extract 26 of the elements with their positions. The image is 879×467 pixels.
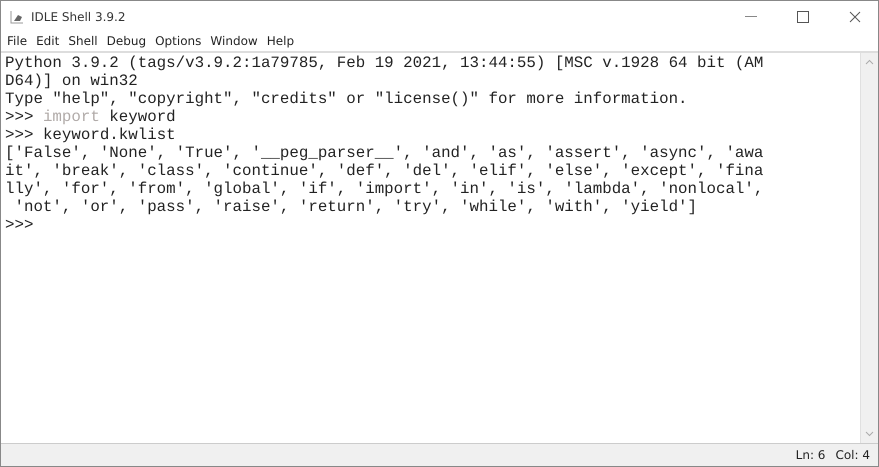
close-icon[interactable] xyxy=(849,11,861,23)
input-line: >>> import keyword xyxy=(5,108,176,126)
menu-item[interactable]: Help xyxy=(266,34,294,48)
menu-item[interactable]: Window xyxy=(210,34,258,48)
output-line: Python 3.9.2 (tags/v3.9.2:1a79785, Feb 19 2021, 13:44:55) [MSC v.1928 64 bit (AM xyxy=(5,54,764,72)
output-line: 'not', 'or', 'pass', 'raise', 'return', 'try', 'while', 'with', 'yield'] xyxy=(13,198,698,216)
menu-item[interactable]: Debug xyxy=(106,34,146,48)
vertical-scrollbar[interactable] xyxy=(860,53,878,443)
menu-item[interactable]: Edit xyxy=(36,34,60,48)
output-line: lly', 'for', 'from', 'global', 'if', 'import', 'in', 'is', 'lambda', 'nonlocal', xyxy=(5,180,764,198)
output-line: D64)] on win32 xyxy=(5,72,138,90)
column-number: Col: 4 xyxy=(835,448,870,462)
menu-item[interactable]: File xyxy=(7,34,28,48)
menu-item[interactable]: Options xyxy=(155,34,202,48)
scroll-down-icon[interactable] xyxy=(865,431,874,437)
window-title: IDLE Shell 3.9.2 xyxy=(31,10,126,24)
output-line: Type "help", "copyright", "credits" or "license()" for more information. xyxy=(5,90,688,108)
output-line: it', 'break', 'class', 'continue', 'def', 'del', 'elif', 'else', 'except', 'fina xyxy=(5,162,764,180)
input-line: >>> xyxy=(5,216,34,234)
scroll-up-icon[interactable] xyxy=(865,59,874,65)
line-number: Ln: 6 xyxy=(796,448,826,462)
maximize-icon[interactable] xyxy=(797,11,809,23)
menu-item[interactable]: Shell xyxy=(68,34,98,48)
input-line: >>> keyword.kwlist xyxy=(5,126,176,144)
output-line: ['False', 'None', 'True', '__peg_parser__', 'and', 'as', 'assert', 'async', 'awa xyxy=(5,144,764,162)
minimize-icon[interactable] xyxy=(745,16,757,18)
